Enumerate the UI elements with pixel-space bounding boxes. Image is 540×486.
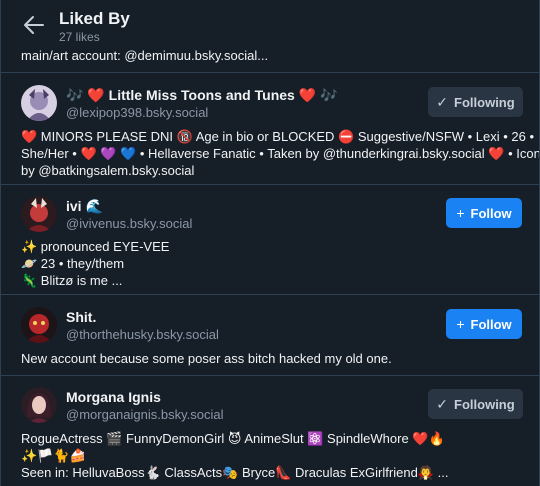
bio-line: ❤️ MINORS PLEASE DNI 🔞 Age in bio or BLO…: [21, 129, 535, 144]
bio-line: Seen in: HelluvaBoss🐇 ClassActs🎭 Bryce👠 …: [21, 465, 449, 480]
bio-line: 🪐 23 • they/them: [21, 256, 125, 271]
user-handle: @lexipop398.bsky.social: [66, 105, 209, 120]
check-icon: ✓: [436, 93, 449, 110]
avatar-image: [21, 307, 57, 343]
user-handle: @thorthehusky.bsky.social: [66, 327, 219, 342]
user-display-name: 🎶 ❤️ Little Miss Toons and Tunes ❤️ 🎶: [66, 87, 337, 104]
header: Liked By 27 likes: [1, 0, 539, 46]
user-name-text: Shit.: [66, 309, 97, 325]
previous-user-bio: main/art account: @demimuu.bsky.social..…: [21, 48, 269, 63]
button-label: Following: [454, 396, 515, 412]
avatar-image: [21, 196, 57, 232]
user-name-text: ivi: [66, 198, 82, 214]
back-button[interactable]: [21, 14, 47, 36]
bio-line: RogueActress 🎬 FunnyDemonGirl 😈 AnimeSlu…: [21, 431, 445, 446]
user-handle: @morganaignis.bsky.social: [66, 407, 224, 422]
follow-button[interactable]: + Follow: [446, 309, 522, 339]
button-label: Follow: [470, 205, 512, 221]
avatar-image: [21, 387, 57, 423]
following-button[interactable]: ✓ Following: [428, 87, 523, 117]
user-name-text: Little Miss Toons and Tunes: [108, 87, 295, 103]
bio-line: She/Her • ❤️ 💜 💙 • Hellaverse Fanatic • …: [21, 146, 540, 161]
user-bio: RogueActress 🎬 FunnyDemonGirl 😈 AnimeSlu…: [21, 430, 526, 481]
likes-count: 27 likes: [59, 30, 100, 44]
user-display-name: Morgana Ignis: [66, 389, 161, 405]
avatar-image: [21, 85, 57, 121]
page-title: Liked By: [59, 9, 130, 28]
button-label: Following: [454, 94, 515, 110]
bio-line: New account because some poser ass bitch…: [21, 351, 392, 366]
divider: [1, 294, 539, 295]
avatar[interactable]: [21, 85, 57, 121]
name-emoji-left: 🎶 ❤️: [66, 87, 105, 103]
user-name-text: Morgana Ignis: [66, 389, 161, 405]
bio-line: ✨ pronounced EYE-VEE: [21, 239, 170, 254]
user-bio: New account because some poser ass bitch…: [21, 350, 526, 367]
name-emoji-right: 🌊: [85, 198, 103, 214]
plus-icon: +: [456, 316, 465, 332]
divider: [1, 72, 539, 73]
bio-line: 🦎 Blitzø is me ...: [21, 273, 123, 288]
follow-button[interactable]: + Follow: [446, 198, 522, 228]
bio-line: by @batkingsalem.bsky.social: [21, 163, 195, 178]
divider: [1, 184, 539, 185]
following-button[interactable]: ✓ Following: [428, 389, 523, 419]
user-display-name: Shit.: [66, 309, 96, 325]
divider: [1, 375, 539, 376]
user-bio: ❤️ MINORS PLEASE DNI 🔞 Age in bio or BLO…: [21, 128, 540, 179]
bio-line: ✨🏳️🐈🍰: [21, 448, 86, 463]
user-bio: ✨ pronounced EYE-VEE 🪐 23 • they/them 🦎 …: [21, 238, 526, 289]
avatar[interactable]: [21, 307, 57, 343]
liked-by-screen: main/art account: @demimuu.bsky.social..…: [0, 0, 540, 486]
plus-icon: +: [456, 205, 465, 221]
user-handle: @ivivenus.bsky.social: [66, 216, 193, 231]
check-icon: ✓: [436, 395, 449, 412]
arrow-left-icon: [24, 16, 44, 34]
avatar[interactable]: [21, 387, 57, 423]
user-display-name: ivi 🌊: [66, 198, 103, 215]
avatar[interactable]: [21, 196, 57, 232]
button-label: Follow: [470, 316, 512, 332]
name-emoji-right: ❤️ 🎶: [298, 87, 338, 103]
